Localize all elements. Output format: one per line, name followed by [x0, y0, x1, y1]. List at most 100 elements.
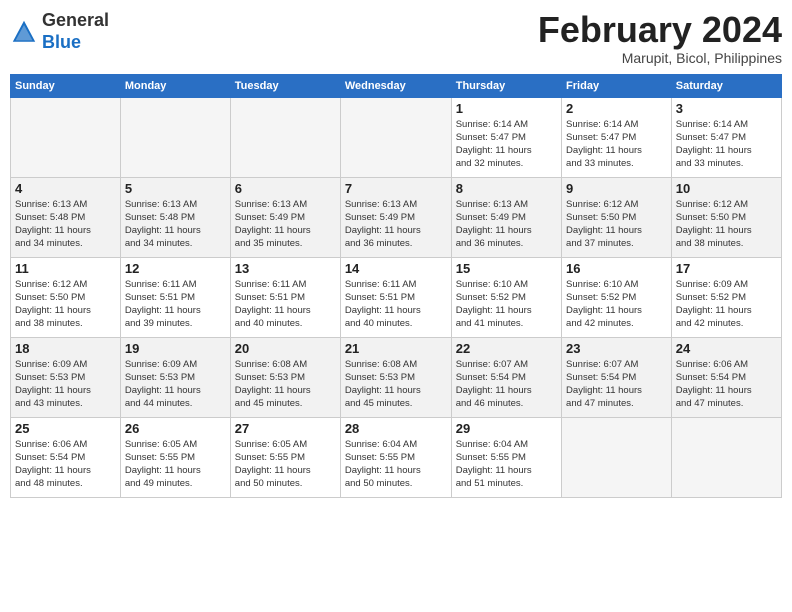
day-info: Sunrise: 6:13 AMSunset: 5:48 PMDaylight:… — [15, 198, 116, 251]
day-info: Sunrise: 6:14 AMSunset: 5:47 PMDaylight:… — [456, 118, 557, 171]
calendar-cell: 24 Sunrise: 6:06 AMSunset: 5:54 PMDayligh… — [671, 337, 781, 417]
calendar-week-3: 18 Sunrise: 6:09 AMSunset: 5:53 PMDayligh… — [11, 337, 782, 417]
calendar-table: Sunday Monday Tuesday Wednesday Thursday… — [10, 74, 782, 498]
day-number: 10 — [676, 181, 777, 196]
header-friday: Friday — [562, 74, 672, 97]
day-number: 5 — [125, 181, 226, 196]
day-info: Sunrise: 6:06 AMSunset: 5:54 PMDaylight:… — [15, 438, 116, 491]
calendar-cell: 22 Sunrise: 6:07 AMSunset: 5:54 PMDayligh… — [451, 337, 561, 417]
day-number: 17 — [676, 261, 777, 276]
header-tuesday: Tuesday — [230, 74, 340, 97]
day-number: 20 — [235, 341, 336, 356]
calendar-cell: 29 Sunrise: 6:04 AMSunset: 5:55 PMDayligh… — [451, 417, 561, 497]
header-wednesday: Wednesday — [340, 74, 451, 97]
calendar-cell: 13 Sunrise: 6:11 AMSunset: 5:51 PMDayligh… — [230, 257, 340, 337]
calendar-cell: 4 Sunrise: 6:13 AMSunset: 5:48 PMDaylight… — [11, 177, 121, 257]
day-info: Sunrise: 6:11 AMSunset: 5:51 PMDaylight:… — [125, 278, 226, 331]
day-info: Sunrise: 6:14 AMSunset: 5:47 PMDaylight:… — [676, 118, 777, 171]
title-block: February 2024 Marupit, Bicol, Philippine… — [538, 10, 782, 66]
day-number: 11 — [15, 261, 116, 276]
day-number: 3 — [676, 101, 777, 116]
calendar-body: 1 Sunrise: 6:14 AMSunset: 5:47 PMDaylight… — [11, 97, 782, 497]
day-info: Sunrise: 6:10 AMSunset: 5:52 PMDaylight:… — [456, 278, 557, 331]
day-number: 9 — [566, 181, 667, 196]
calendar-cell: 21 Sunrise: 6:08 AMSunset: 5:53 PMDayligh… — [340, 337, 451, 417]
day-number: 19 — [125, 341, 226, 356]
day-info: Sunrise: 6:11 AMSunset: 5:51 PMDaylight:… — [345, 278, 447, 331]
day-info: Sunrise: 6:11 AMSunset: 5:51 PMDaylight:… — [235, 278, 336, 331]
logo-general-text: General — [42, 10, 109, 32]
day-info: Sunrise: 6:05 AMSunset: 5:55 PMDaylight:… — [235, 438, 336, 491]
calendar-cell: 1 Sunrise: 6:14 AMSunset: 5:47 PMDaylight… — [451, 97, 561, 177]
day-info: Sunrise: 6:12 AMSunset: 5:50 PMDaylight:… — [676, 198, 777, 251]
header-thursday: Thursday — [451, 74, 561, 97]
day-info: Sunrise: 6:09 AMSunset: 5:53 PMDaylight:… — [125, 358, 226, 411]
calendar-week-4: 25Sunrise: 6:06 AMSunset: 5:54 PMDayligh… — [11, 417, 782, 497]
day-info: Sunrise: 6:06 AMSunset: 5:54 PMDaylight:… — [676, 358, 777, 411]
day-number: 28 — [345, 421, 447, 436]
day-number: 2 — [566, 101, 667, 116]
header-sunday: Sunday — [11, 74, 121, 97]
day-number: 29 — [456, 421, 557, 436]
header-saturday: Saturday — [671, 74, 781, 97]
logo-blue-text: Blue — [42, 32, 109, 54]
location-text: Marupit, Bicol, Philippines — [538, 50, 782, 66]
day-info: Sunrise: 6:10 AMSunset: 5:52 PMDaylight:… — [566, 278, 667, 331]
calendar-week-2: 11 Sunrise: 6:12 AMSunset: 5:50 PMDayligh… — [11, 257, 782, 337]
calendar-cell: 28 Sunrise: 6:04 AMSunset: 5:55 PMDayligh… — [340, 417, 451, 497]
calendar-cell: 8Sunrise: 6:13 AMSunset: 5:49 PMDaylight… — [451, 177, 561, 257]
calendar-cell — [11, 97, 121, 177]
day-number: 16 — [566, 261, 667, 276]
day-info: Sunrise: 6:04 AMSunset: 5:55 PMDaylight:… — [345, 438, 447, 491]
day-number: 4 — [15, 181, 116, 196]
day-number: 6 — [235, 181, 336, 196]
calendar-cell: 5 Sunrise: 6:13 AMSunset: 5:48 PMDaylight… — [120, 177, 230, 257]
calendar-cell — [340, 97, 451, 177]
day-number: 23 — [566, 341, 667, 356]
calendar-cell — [671, 417, 781, 497]
calendar-cell: 18 Sunrise: 6:09 AMSunset: 5:53 PMDayligh… — [11, 337, 121, 417]
day-info: Sunrise: 6:13 AMSunset: 5:49 PMDaylight:… — [345, 198, 447, 251]
day-info: Sunrise: 6:09 AMSunset: 5:53 PMDaylight:… — [15, 358, 116, 411]
day-info: Sunrise: 6:12 AMSunset: 5:50 PMDaylight:… — [15, 278, 116, 331]
calendar-cell: 2 Sunrise: 6:14 AMSunset: 5:47 PMDaylight… — [562, 97, 672, 177]
calendar-cell: 15 Sunrise: 6:10 AMSunset: 5:52 PMDayligh… — [451, 257, 561, 337]
day-number: 14 — [345, 261, 447, 276]
logo-text: General Blue — [42, 10, 109, 53]
logo-icon — [10, 18, 38, 46]
day-info: Sunrise: 6:08 AMSunset: 5:53 PMDaylight:… — [235, 358, 336, 411]
day-info: Sunrise: 6:08 AMSunset: 5:53 PMDaylight:… — [345, 358, 447, 411]
calendar-cell: 25Sunrise: 6:06 AMSunset: 5:54 PMDayligh… — [11, 417, 121, 497]
calendar-cell: 19 Sunrise: 6:09 AMSunset: 5:53 PMDayligh… — [120, 337, 230, 417]
day-info: Sunrise: 6:07 AMSunset: 5:54 PMDaylight:… — [456, 358, 557, 411]
day-number: 13 — [235, 261, 336, 276]
calendar-cell: 11 Sunrise: 6:12 AMSunset: 5:50 PMDayligh… — [11, 257, 121, 337]
calendar-week-0: 1 Sunrise: 6:14 AMSunset: 5:47 PMDaylight… — [11, 97, 782, 177]
calendar-cell: 23 Sunrise: 6:07 AMSunset: 5:54 PMDayligh… — [562, 337, 672, 417]
calendar-cell: 7 Sunrise: 6:13 AMSunset: 5:49 PMDaylight… — [340, 177, 451, 257]
day-number: 8 — [456, 181, 557, 196]
page-header: General Blue February 2024 Marupit, Bico… — [10, 10, 782, 66]
day-number: 18 — [15, 341, 116, 356]
day-number: 21 — [345, 341, 447, 356]
day-number: 7 — [345, 181, 447, 196]
day-number: 24 — [676, 341, 777, 356]
calendar-cell: 10 Sunrise: 6:12 AMSunset: 5:50 PMDayligh… — [671, 177, 781, 257]
calendar-cell: 26Sunrise: 6:05 AMSunset: 5:55 PMDayligh… — [120, 417, 230, 497]
day-info: Sunrise: 6:04 AMSunset: 5:55 PMDaylight:… — [456, 438, 557, 491]
day-info: Sunrise: 6:05 AMSunset: 5:55 PMDaylight:… — [125, 438, 226, 491]
calendar-cell: 20 Sunrise: 6:08 AMSunset: 5:53 PMDayligh… — [230, 337, 340, 417]
calendar-cell — [230, 97, 340, 177]
calendar-cell: 9 Sunrise: 6:12 AMSunset: 5:50 PMDaylight… — [562, 177, 672, 257]
day-info: Sunrise: 6:12 AMSunset: 5:50 PMDaylight:… — [566, 198, 667, 251]
day-number: 1 — [456, 101, 557, 116]
day-info: Sunrise: 6:07 AMSunset: 5:54 PMDaylight:… — [566, 358, 667, 411]
calendar-cell: 14 Sunrise: 6:11 AMSunset: 5:51 PMDayligh… — [340, 257, 451, 337]
day-number: 12 — [125, 261, 226, 276]
header-monday: Monday — [120, 74, 230, 97]
day-number: 22 — [456, 341, 557, 356]
day-info: Sunrise: 6:13 AMSunset: 5:48 PMDaylight:… — [125, 198, 226, 251]
day-info: Sunrise: 6:14 AMSunset: 5:47 PMDaylight:… — [566, 118, 667, 171]
day-number: 15 — [456, 261, 557, 276]
calendar-cell — [120, 97, 230, 177]
